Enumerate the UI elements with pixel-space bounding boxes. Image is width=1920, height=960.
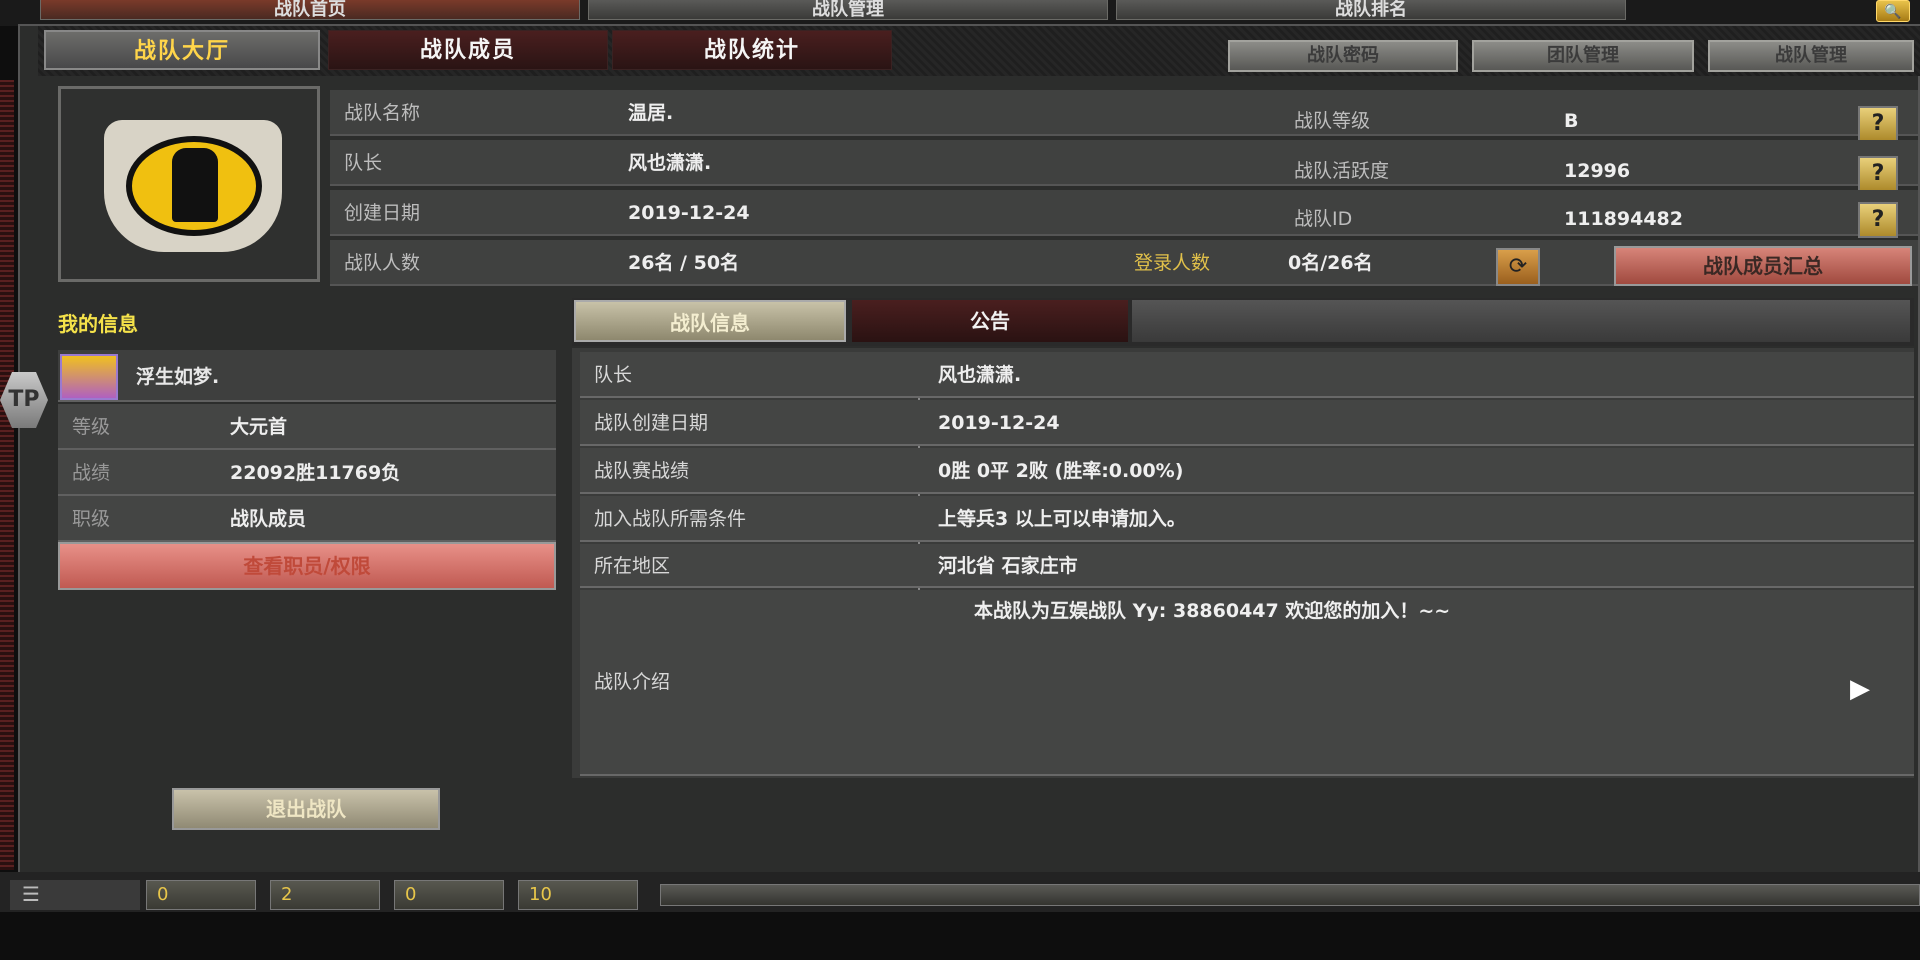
clan-members-value: 26名 / 50名 bbox=[628, 252, 740, 274]
detail-intro-value: 本战队为互娱战队 Yy: 38860447 欢迎您的加入！~~ bbox=[974, 600, 1451, 622]
online-count-value: 0名/26名 bbox=[1288, 252, 1373, 274]
search-icon[interactable]: 🔍 bbox=[1876, 0, 1910, 22]
left-edge-strip bbox=[0, 80, 14, 870]
clan-created-value: 2019-12-24 bbox=[628, 202, 750, 224]
clan-manage-button[interactable]: 战队管理 bbox=[1708, 40, 1914, 72]
my-record-label: 战绩 bbox=[72, 462, 111, 484]
tab-strip-filler bbox=[1132, 300, 1910, 342]
avatar bbox=[60, 354, 118, 400]
clan-password-button[interactable]: 战队密码 bbox=[1228, 40, 1458, 72]
clan-leader-label: 队长 bbox=[344, 152, 383, 174]
online-count-label: 登录人数 bbox=[1134, 252, 1211, 274]
detail-match-value: 0胜 0平 2败 (胜率:0.00%) bbox=[938, 460, 1184, 482]
my-nickname: 浮生如梦. bbox=[136, 366, 220, 388]
tab-clan-info[interactable]: 战队信息 bbox=[574, 300, 846, 342]
clan-leader-value: 风也潇潇. bbox=[628, 152, 712, 174]
detail-join-label: 加入战队所需条件 bbox=[594, 508, 747, 530]
clan-id-label: 战队ID bbox=[1294, 208, 1353, 230]
my-position-value: 战队成员 bbox=[230, 508, 307, 530]
status-gold[interactable]: 0 bbox=[146, 880, 256, 910]
member-summary-button[interactable]: 战队成员汇总 bbox=[1614, 246, 1912, 286]
clan-activity-value: 12996 bbox=[1564, 160, 1631, 182]
status-medal[interactable]: 2 bbox=[270, 880, 380, 910]
team-manage-button[interactable]: 团队管理 bbox=[1472, 40, 1694, 72]
tab-notice[interactable]: 公告 bbox=[852, 300, 1128, 342]
tab-clan-stats[interactable]: 战队统计 bbox=[612, 30, 892, 70]
clan-level-label: 战队等级 bbox=[1294, 110, 1371, 132]
tab-clan-hall[interactable]: 战队大厅 bbox=[44, 30, 320, 70]
detail-intro-label: 战队介绍 bbox=[594, 671, 671, 693]
clan-name-value: 温居. bbox=[628, 102, 674, 124]
tab-clan-members[interactable]: 战队成员 bbox=[328, 30, 608, 70]
status-volume[interactable]: 10 bbox=[518, 880, 638, 910]
status-chat[interactable]: 0 bbox=[394, 880, 504, 910]
help-icon-level[interactable]: ? bbox=[1858, 106, 1898, 142]
clan-members-label: 战队人数 bbox=[344, 252, 421, 274]
my-info-heading: 我的信息 bbox=[58, 312, 138, 336]
detail-leader-label: 队长 bbox=[594, 364, 633, 386]
fist-icon bbox=[172, 148, 218, 222]
detail-region-label: 所在地区 bbox=[594, 555, 671, 577]
my-record-value: 22092胜11769负 bbox=[230, 462, 401, 484]
detail-leader-value: 风也潇潇. bbox=[938, 364, 1022, 386]
clan-activity-label: 战队活跃度 bbox=[1294, 160, 1390, 182]
top-tab-manage[interactable]: 战队管理 bbox=[588, 0, 1108, 20]
refresh-icon[interactable]: ⟳ bbox=[1496, 248, 1540, 286]
chat-input-bar[interactable] bbox=[660, 884, 1920, 906]
detail-region-value: 河北省 石家庄市 bbox=[938, 555, 1078, 577]
clan-id-value: 111894482 bbox=[1564, 208, 1683, 230]
menu-icon[interactable]: ☰ bbox=[10, 880, 140, 910]
help-icon-id[interactable]: ? bbox=[1858, 202, 1898, 238]
clan-level-value: B bbox=[1564, 110, 1579, 132]
detail-match-label: 战队赛战绩 bbox=[594, 460, 690, 482]
detail-created-value: 2019-12-24 bbox=[938, 412, 1060, 434]
clan-created-label: 创建日期 bbox=[344, 202, 421, 224]
detail-join-value: 上等兵3 以上可以申请加入。 bbox=[938, 508, 1186, 530]
mouse-cursor-icon: ▶ bbox=[1850, 674, 1870, 704]
leave-clan-button[interactable]: 退出战队 bbox=[172, 788, 440, 830]
my-rank-label: 等级 bbox=[72, 416, 111, 438]
view-permissions-button[interactable]: 查看职员/权限 bbox=[58, 542, 556, 590]
help-icon-activity[interactable]: ? bbox=[1858, 156, 1898, 192]
my-rank-value: 大元首 bbox=[230, 416, 288, 438]
my-position-label: 职级 bbox=[72, 508, 111, 530]
top-tab-home[interactable]: 战队首页 bbox=[40, 0, 580, 20]
detail-created-label: 战队创建日期 bbox=[594, 412, 709, 434]
clan-name-label: 战队名称 bbox=[344, 102, 421, 124]
top-tab-ranking[interactable]: 战队排名 bbox=[1116, 0, 1626, 20]
